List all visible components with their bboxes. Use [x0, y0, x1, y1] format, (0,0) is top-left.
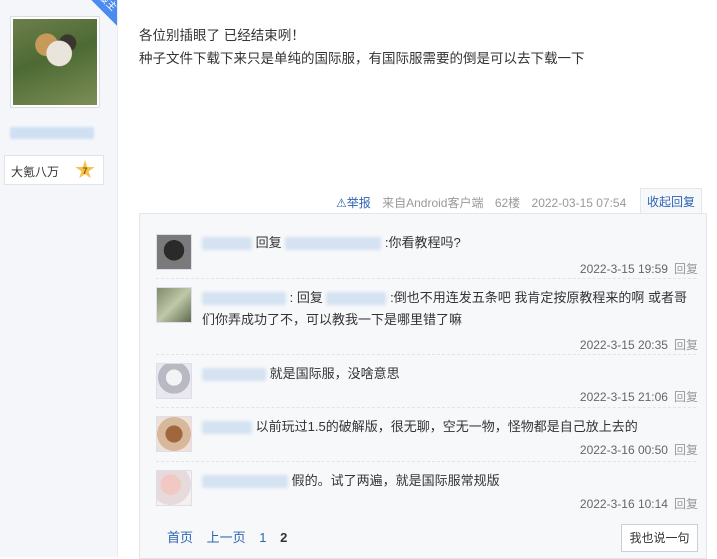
reply-content: 假的。试了两遍，就是国际服常规版: [291, 473, 500, 488]
divider: [156, 461, 696, 462]
reply-meta: 2022-3-15 20:35 回复: [580, 336, 698, 353]
pager-first[interactable]: 首页: [167, 530, 193, 545]
level-star-icon: 7: [75, 160, 95, 179]
collapse-replies-button[interactable]: 收起回复: [640, 188, 702, 215]
reply-meta: 2022-3-15 21:06 回复: [580, 388, 698, 405]
post-source: 来自Android客户端: [382, 196, 484, 210]
pager-page-1[interactable]: 1: [259, 530, 266, 545]
divider: [156, 407, 696, 408]
reply-avatar[interactable]: [156, 287, 192, 323]
author-name-blurred[interactable]: [10, 127, 94, 139]
username-blurred[interactable]: [202, 237, 252, 251]
reply-button[interactable]: 回复: [674, 443, 698, 457]
reply-pager: 首页 上一页 1 2: [167, 527, 297, 546]
username-blurred[interactable]: [202, 292, 286, 306]
reply-avatar[interactable]: [156, 416, 192, 452]
reply-prefix: : 回复: [289, 290, 323, 305]
reply-button[interactable]: 回复: [674, 338, 698, 352]
divider: [156, 354, 696, 355]
pager-page-2-current: 2: [280, 530, 288, 545]
reply-meta: 2022-3-16 00:50 回复: [580, 441, 698, 458]
post-meta: ⚠举报 来自Android客户端 62楼 2022-03-15 07:54: [336, 194, 634, 211]
report-button[interactable]: ⚠举报: [336, 196, 371, 210]
author-sidebar: 楼主 大氪八万 7: [0, 0, 118, 557]
reply-time: 2022-3-15 21:06: [579, 390, 668, 404]
say-something-button[interactable]: 我也说一句: [621, 524, 698, 552]
post-line-2: 种子文件下载下来只是单纯的国际服，有国际服需要的倒是可以去下载一下: [139, 51, 585, 66]
reply-avatar[interactable]: [156, 363, 192, 399]
post-content: 各位别插眼了 已经结束咧！ 种子文件下载下来只是单纯的国际服，有国际服需要的倒是…: [139, 24, 699, 70]
badge-clip: 楼主: [0, 0, 117, 40]
reply-text: 回复 :你看教程吗?: [202, 232, 692, 254]
reply-text: : 回复 :倒也不用连发五条吧 我肯定按原教程来的啊 或者哥们你弄成功了不，可以…: [202, 287, 692, 331]
reply-text: 以前玩过1.5的破解版，很无聊，空无一物，怪物都是自己放上去的: [202, 416, 692, 438]
reply-list: 回复 :你看教程吗? 2022-3-15 19:59 回复 : 回复 :倒也不用连…: [139, 213, 707, 559]
reply-time: 2022-3-15 20:35: [579, 338, 668, 352]
post-datetime: 2022-03-15 07:54: [531, 196, 627, 210]
reply-meta: 2022-3-15 19:59 回复: [580, 260, 698, 277]
reply-prefix: 回复: [255, 235, 282, 250]
post-floor: 62楼: [494, 196, 521, 210]
reply-content: :你看教程吗?: [384, 235, 461, 250]
reply-content: 以前玩过1.5的破解版，很无聊，空无一物，怪物都是自己放上去的: [255, 419, 638, 434]
divider: [156, 278, 696, 279]
target-username-blurred[interactable]: [285, 237, 382, 251]
reply-button[interactable]: 回复: [674, 390, 698, 404]
username-blurred[interactable]: [202, 475, 288, 489]
reply-text: 就是国际服，没啥意思: [202, 363, 692, 385]
reply-time: 2022-3-16 10:14: [579, 497, 668, 511]
level-name: 大氪八万: [11, 165, 60, 179]
author-level[interactable]: 大氪八万 7: [4, 155, 104, 185]
target-username-blurred[interactable]: [326, 292, 387, 306]
reply-avatar[interactable]: [156, 470, 192, 506]
post-line-1: 各位别插眼了 已经结束咧！: [139, 28, 305, 43]
pager-prev[interactable]: 上一页: [207, 530, 246, 545]
reply-button[interactable]: 回复: [674, 262, 698, 276]
op-badge: 楼主: [82, 0, 117, 28]
reply-button[interactable]: 回复: [674, 497, 698, 511]
reply-avatar[interactable]: [156, 234, 192, 270]
username-blurred[interactable]: [202, 421, 252, 435]
reply-content: 就是国际服，没啥意思: [269, 366, 400, 381]
reply-time: 2022-3-16 00:50: [579, 443, 668, 457]
reply-text: 假的。试了两遍，就是国际服常规版: [202, 470, 692, 492]
username-blurred[interactable]: [202, 368, 266, 382]
reply-time: 2022-3-15 19:59: [579, 262, 668, 276]
reply-meta: 2022-3-16 10:14 回复: [580, 495, 698, 512]
